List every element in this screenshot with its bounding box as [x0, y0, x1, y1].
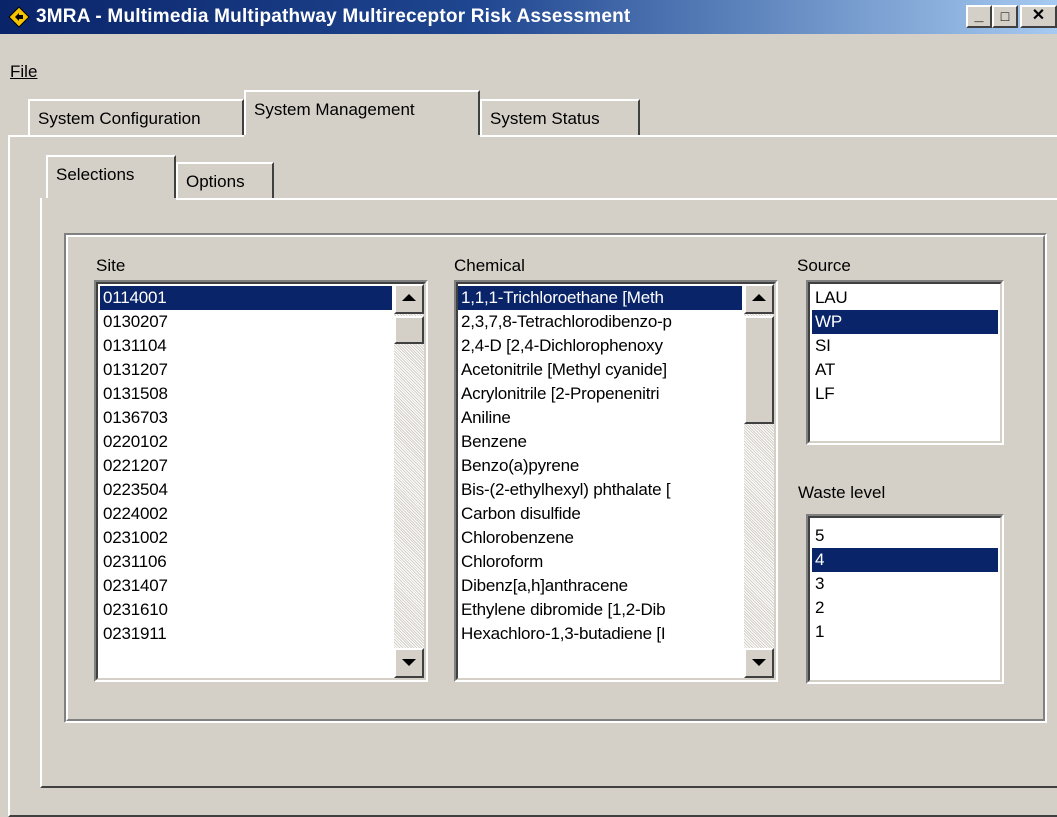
chemical-list-item[interactable]: Benzene: [458, 430, 742, 454]
site-label: Site: [96, 256, 126, 275]
chemical-list-item[interactable]: 1,1,1-Trichloroethane [Meth: [458, 286, 742, 310]
tab-selections[interactable]: Selections: [46, 155, 176, 200]
chemical-list-item[interactable]: Chlorobenzene: [458, 526, 742, 550]
site-list-item[interactable]: 0131104: [100, 334, 392, 358]
chemical-list-item[interactable]: Dibenz[a,h]anthracene: [458, 574, 742, 598]
title-bar[interactable]: 3MRA - Multimedia Multipathway Multirece…: [0, 0, 1057, 34]
site-list: 0114001 0130207 0131104 0131207 0131508 01367…: [100, 286, 392, 646]
site-list-item[interactable]: 0131207: [100, 358, 392, 382]
scroll-up-button[interactable]: [394, 284, 424, 314]
site-list-item[interactable]: 0114001: [100, 286, 392, 310]
window-title: 3MRA - Multimedia Multipathway Multirece…: [36, 6, 631, 27]
source-list-item[interactable]: AT: [812, 358, 998, 382]
chemical-listbox[interactable]: 1,1,1-Trichloroethane [Meth 2,3,7,8-Tetr…: [454, 280, 778, 682]
source-list-item[interactable]: WP: [812, 310, 998, 334]
waste-level-list-item[interactable]: 3: [812, 572, 998, 596]
tab-edge: [8, 135, 244, 137]
menu-bar: File: [10, 62, 37, 82]
chemical-list-item[interactable]: Acetonitrile [Methyl cyanide]: [458, 358, 742, 382]
chemical-label: Chemical: [454, 256, 525, 275]
tab-edge: [176, 198, 1057, 200]
chemical-list-item[interactable]: Carbon disulfide: [458, 502, 742, 526]
scroll-thumb[interactable]: [394, 316, 424, 344]
source-list-item[interactable]: SI: [812, 334, 998, 358]
source-list-item[interactable]: LF: [812, 382, 998, 406]
site-list-item[interactable]: 0231106: [100, 550, 392, 574]
site-list-item[interactable]: 0224002: [100, 502, 392, 526]
waste-level-listbox[interactable]: 54321: [806, 514, 1004, 684]
chemical-list-item[interactable]: Benzo(a)pyrene: [458, 454, 742, 478]
site-list-item[interactable]: 0231407: [100, 574, 392, 598]
waste-level-label: Waste level: [798, 483, 886, 502]
tab-label: System Status: [490, 109, 600, 128]
tab-options[interactable]: Options: [176, 162, 274, 198]
site-list-item[interactable]: 0220102: [100, 430, 392, 454]
source-list: LAU WP SI AT LF: [812, 286, 998, 406]
chemical-list-item[interactable]: Bis-(2-ethylhexyl) phthalate [: [458, 478, 742, 502]
tab-label: Selections: [56, 165, 135, 184]
site-listbox[interactable]: 0114001 0130207 0131104 0131207 0131508 01367…: [94, 280, 428, 682]
site-list-item[interactable]: 0130207: [100, 310, 392, 334]
chemical-list-item[interactable]: Acrylonitrile [2-Propenenitri: [458, 382, 742, 406]
tab-label: System Configuration: [38, 109, 201, 128]
waste-level-list-item[interactable]: 4: [812, 548, 998, 572]
source-list-item[interactable]: LAU: [812, 286, 998, 310]
chemical-list-item[interactable]: Aniline: [458, 406, 742, 430]
source-listbox[interactable]: LAU WP SI AT LF: [806, 280, 1004, 445]
tab-system-management[interactable]: System Management: [244, 90, 480, 137]
chemical-scrollbar[interactable]: [744, 284, 774, 678]
waste-level-list: 54321: [812, 524, 998, 644]
tab-label: Options: [186, 172, 245, 191]
menu-file[interactable]: File: [10, 62, 37, 81]
tab-label: System Management: [254, 100, 415, 119]
arrow-down-icon: [402, 659, 416, 666]
arrow-up-icon: [752, 294, 766, 301]
tab-system-configuration[interactable]: System Configuration: [28, 99, 244, 135]
scroll-down-button[interactable]: [744, 648, 774, 678]
site-list-item[interactable]: 0223504: [100, 478, 392, 502]
site-list-item[interactable]: 0131508: [100, 382, 392, 406]
maximize-button[interactable]: □: [992, 5, 1018, 28]
tab-edge: [480, 135, 1057, 137]
chemical-list: 1,1,1-Trichloroethane [Meth 2,3,7,8-Tetr…: [458, 286, 742, 646]
site-list-item[interactable]: 0221207: [100, 454, 392, 478]
waste-level-list-item[interactable]: 2: [812, 596, 998, 620]
arrow-up-icon: [402, 294, 416, 301]
close-button[interactable]: ✕: [1020, 5, 1057, 28]
site-list-item[interactable]: 0231002: [100, 526, 392, 550]
chemical-list-item[interactable]: Hexachloro-1,3-butadiene [I: [458, 622, 742, 646]
site-list-item[interactable]: 0136703: [100, 406, 392, 430]
chemical-list-item[interactable]: Ethylene dibromide [1,2-Dib: [458, 598, 742, 622]
arrow-down-icon: [752, 659, 766, 666]
waste-level-list-item[interactable]: 1: [812, 620, 998, 644]
scroll-thumb[interactable]: [744, 316, 774, 424]
app-logo-icon: [8, 6, 30, 28]
tab-system-status[interactable]: System Status: [480, 99, 640, 135]
scroll-up-button[interactable]: [744, 284, 774, 314]
site-scrollbar[interactable]: [394, 284, 424, 678]
source-label: Source: [797, 256, 851, 275]
waste-level-list-item[interactable]: 5: [812, 524, 998, 548]
chemical-list-item[interactable]: 2,4-D [2,4-Dichlorophenoxy: [458, 334, 742, 358]
site-list-item[interactable]: 0231911: [100, 622, 392, 646]
scroll-down-button[interactable]: [394, 648, 424, 678]
minimize-button[interactable]: _: [966, 5, 992, 28]
site-list-item[interactable]: 0231610: [100, 598, 392, 622]
chemical-list-item[interactable]: Chloroform: [458, 550, 742, 574]
chemical-list-item[interactable]: 2,3,7,8-Tetrachlorodibenzo-p: [458, 310, 742, 334]
